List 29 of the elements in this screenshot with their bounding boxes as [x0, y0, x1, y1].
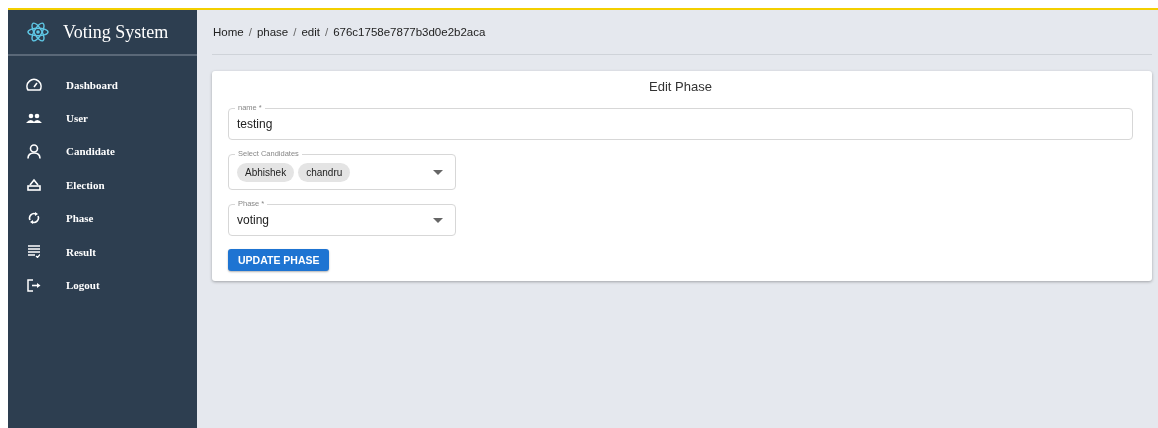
breadcrumb-separator: /: [248, 26, 252, 38]
dropdown-caret-icon[interactable]: [433, 169, 443, 175]
people-icon: [26, 113, 42, 124]
breadcrumb-item[interactable]: edit: [301, 26, 320, 38]
update-phase-button[interactable]: UPDATE PHASE: [228, 249, 330, 271]
breadcrumb-item: 676c1758e7877b3d0e2b2aca: [333, 26, 486, 38]
refresh-icon: [28, 211, 40, 226]
sidebar-item[interactable]: Election: [66, 178, 105, 191]
app-title: Voting System: [63, 21, 169, 43]
sidebar-item[interactable]: User: [66, 112, 88, 125]
sidebar-item[interactable]: Dashboard: [66, 78, 118, 91]
candidate-chip[interactable]: chandru: [298, 162, 351, 182]
sidebar-item[interactable]: Result: [66, 245, 96, 258]
sidebar-item[interactable]: Logout: [66, 279, 100, 292]
candidate-chip[interactable]: Abhishek: [237, 162, 295, 182]
person-icon: [27, 143, 41, 159]
form-title: Edit Phase: [648, 79, 713, 94]
breadcrumb-separator: /: [325, 26, 329, 38]
breadcrumb-separator: /: [293, 26, 297, 38]
dropdown-caret-icon[interactable]: [433, 217, 443, 223]
breadcrumb-item[interactable]: phase: [256, 26, 289, 38]
atom-icon: [27, 22, 49, 42]
breadcrumb-item[interactable]: Home: [213, 26, 244, 38]
receipt-icon: [28, 245, 40, 259]
logout-icon: [27, 278, 41, 292]
sidebar-item[interactable]: Candidate: [66, 145, 115, 158]
ballot-box-icon: [27, 178, 41, 192]
speedometer-icon: [26, 77, 42, 92]
sidebar-item[interactable]: Phase: [66, 212, 94, 225]
